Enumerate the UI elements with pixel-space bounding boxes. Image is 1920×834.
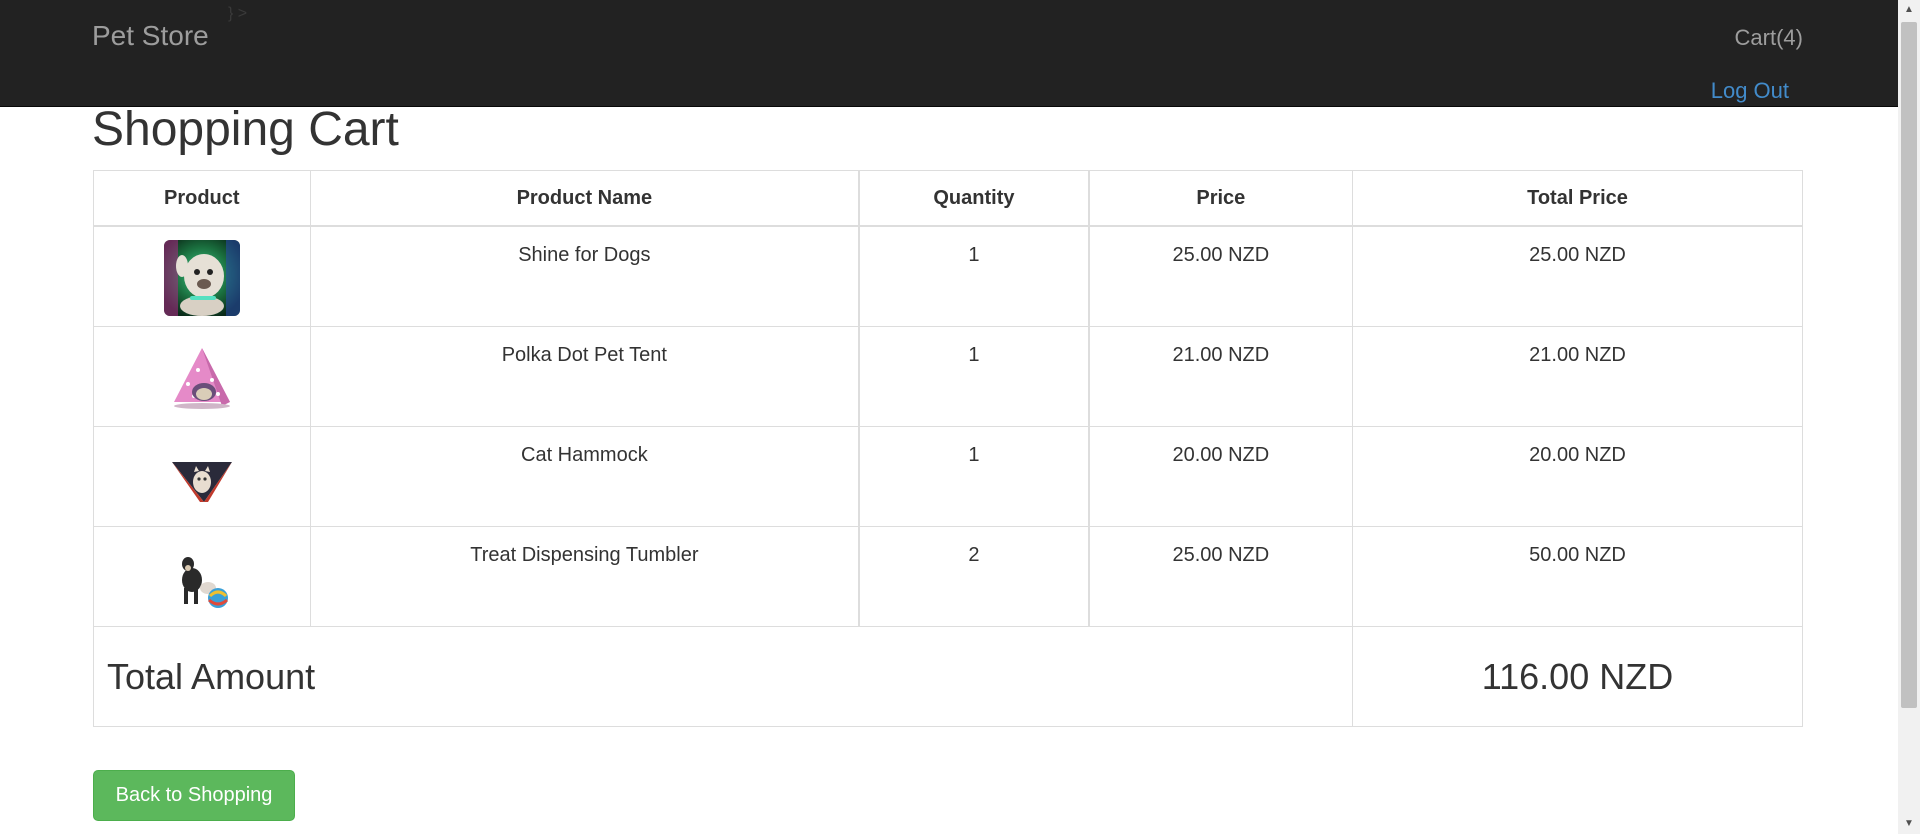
price-cell: 20.00 NZD — [1088, 426, 1354, 527]
quantity-cell: 2 — [858, 526, 1090, 627]
brand-link[interactable]: Pet Store — [92, 20, 209, 52]
product-image-cell — [93, 225, 311, 327]
total-row: Total Amount 116.00 NZD — [92, 626, 1803, 727]
top-navbar: Pet Store } > Cart(4) Log Out — [0, 0, 1898, 107]
page-scrollbar[interactable]: ▲ ▼ — [1898, 0, 1920, 834]
header-price: Price — [1088, 170, 1354, 227]
table-row: Shine for Dogs 1 25.00 NZD 25.00 NZD — [93, 225, 1803, 327]
bulldog-product-image — [163, 240, 240, 316]
scroll-down-icon[interactable]: ▼ — [1898, 814, 1920, 834]
total-price-cell: 20.00 NZD — [1352, 426, 1803, 527]
logout-link[interactable]: Log Out — [1711, 78, 1789, 104]
header-product: Product — [93, 170, 311, 227]
product-name-cell: Shine for Dogs — [309, 225, 861, 327]
product-name-cell: Treat Dispensing Tumbler — [309, 526, 861, 627]
scroll-up-icon[interactable]: ▲ — [1898, 0, 1920, 20]
total-amount-value: 116.00 NZD — [1352, 626, 1803, 727]
table-row: Polka Dot Pet Tent 1 21.00 NZD 21.00 NZD — [93, 326, 1803, 427]
table-header-row: Product Product Name Quantity Price Tota… — [93, 170, 1803, 227]
header-product-name: Product Name — [309, 170, 861, 227]
cart-link[interactable]: Cart(4) — [1735, 25, 1803, 51]
product-image-cell — [93, 326, 311, 427]
cart-table: Product Product Name Quantity Price Tota… — [92, 170, 1803, 727]
product-image-cell — [93, 426, 311, 527]
stray-text: } > — [228, 5, 248, 22]
table-row: Treat Dispensing Tumbler 2 25.00 NZD 50.… — [93, 526, 1803, 627]
total-price-cell: 21.00 NZD — [1352, 326, 1803, 427]
product-name-cell: Cat Hammock — [309, 426, 861, 527]
total-amount-label: Total Amount — [92, 626, 1354, 727]
total-price-cell: 50.00 NZD — [1352, 526, 1803, 627]
product-name-cell: Polka Dot Pet Tent — [309, 326, 861, 427]
price-cell: 21.00 NZD — [1088, 326, 1354, 427]
scrollbar-thumb[interactable] — [1901, 22, 1917, 708]
product-image-cell — [93, 526, 311, 627]
header-total-price: Total Price — [1352, 170, 1803, 227]
dog-tumbler-image — [163, 540, 240, 616]
quantity-cell: 1 — [858, 225, 1090, 327]
total-price-cell: 25.00 NZD — [1352, 225, 1803, 327]
table-row: Cat Hammock 1 20.00 NZD 20.00 NZD — [93, 426, 1803, 527]
price-cell: 25.00 NZD — [1088, 225, 1354, 327]
back-to-shopping-button[interactable]: Back to Shopping — [93, 770, 295, 821]
quantity-cell: 1 — [858, 326, 1090, 427]
page-title: Shopping Cart — [92, 103, 399, 156]
header-quantity: Quantity — [858, 170, 1090, 227]
pink-pet-tent-image — [163, 340, 240, 416]
price-cell: 25.00 NZD — [1088, 526, 1354, 627]
quantity-cell: 1 — [858, 426, 1090, 527]
cat-hammock-image — [163, 440, 240, 516]
